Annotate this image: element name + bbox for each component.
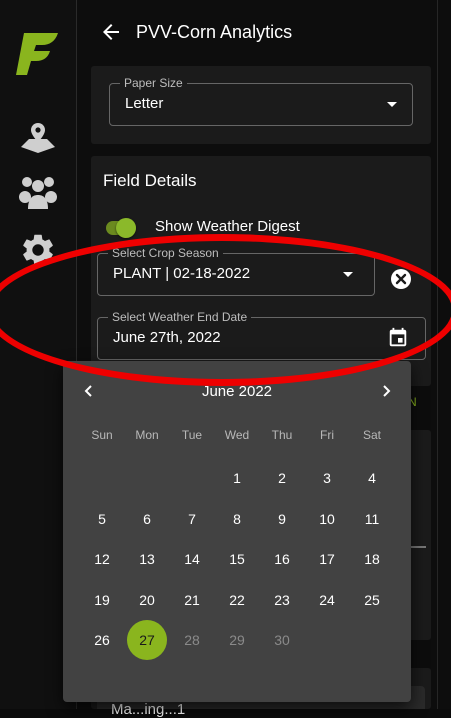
day-cell[interactable]: 13 xyxy=(127,539,167,579)
day-cell[interactable]: 25 xyxy=(352,580,392,620)
day-cell[interactable]: 21 xyxy=(172,580,212,620)
app-logo[interactable] xyxy=(14,31,62,77)
day-cell[interactable]: 4 xyxy=(352,458,392,498)
top-bar: PVV-Corn Analytics xyxy=(77,0,437,64)
weekday-label: Wed xyxy=(224,428,250,442)
day-cell[interactable]: 10 xyxy=(307,499,347,539)
scroll-edge xyxy=(437,0,438,709)
weather-digest-label: Show Weather Digest xyxy=(155,218,300,235)
day-cell[interactable]: 22 xyxy=(217,580,257,620)
weekday-label: Thu xyxy=(271,428,293,442)
paper-size-select[interactable]: Paper Size Letter xyxy=(109,76,413,126)
toggle-knob xyxy=(116,218,136,238)
crop-season-select[interactable]: Select Crop Season PLANT | 02-18-2022 xyxy=(97,246,375,296)
day-cell[interactable]: 23 xyxy=(262,580,302,620)
next-month-button[interactable] xyxy=(374,379,398,403)
gear-icon[interactable] xyxy=(17,230,59,270)
calendar-icon[interactable] xyxy=(387,327,409,349)
day-cell[interactable]: 18 xyxy=(352,539,392,579)
day-cell[interactable]: 6 xyxy=(127,499,167,539)
paper-size-label: Paper Size xyxy=(120,76,187,90)
weekday-label: Fri xyxy=(320,428,334,442)
day-cell: 28 xyxy=(184,632,200,648)
day-cell[interactable]: 9 xyxy=(262,499,302,539)
date-picker-popup: June 2022 Sun Mon Tue Wed Thu Fri Sat 12345678… xyxy=(63,361,411,702)
day-cell[interactable]: 1 xyxy=(217,458,257,498)
day-cell[interactable]: 15 xyxy=(217,539,257,579)
group-icon[interactable] xyxy=(17,172,59,212)
chevron-right-icon xyxy=(383,385,391,397)
close-icon xyxy=(395,273,407,285)
page-title: PVV-Corn Analytics xyxy=(136,22,293,42)
back-arrow-icon[interactable] xyxy=(99,20,123,44)
weekday-label: Sun xyxy=(91,428,113,442)
weekday-label: Tue xyxy=(181,428,203,442)
field-details-title: Field Details xyxy=(103,171,197,190)
day-cell[interactable]: 19 xyxy=(82,580,122,620)
day-cell[interactable]: 5 xyxy=(82,499,122,539)
weather-end-date-label: Select Weather End Date xyxy=(108,310,252,324)
lower-field-label: Ma...ing...1 xyxy=(111,701,186,718)
crop-season-label: Select Crop Season xyxy=(108,246,223,260)
weather-end-date-field[interactable]: Select Weather End Date June 27th, 2022 xyxy=(97,310,426,360)
day-cell[interactable]: 12 xyxy=(82,539,122,579)
day-cell[interactable]: 14 xyxy=(172,539,212,579)
crop-season-value: PLANT | 02-18-2022 xyxy=(113,265,251,282)
day-cell: 29 xyxy=(229,632,245,648)
paper-size-value: Letter xyxy=(125,95,164,112)
chevron-down-icon xyxy=(343,272,353,277)
day-cell[interactable]: 8 xyxy=(217,499,257,539)
day-cell[interactable]: 26 xyxy=(82,620,122,660)
day-cell[interactable]: 20 xyxy=(127,580,167,620)
selected-day-cell[interactable]: 27 xyxy=(127,620,167,660)
divider xyxy=(411,546,426,548)
day-cell: 30 xyxy=(274,632,290,648)
weather-end-date-value: June 27th, 2022 xyxy=(113,329,221,346)
day-cell[interactable]: 24 xyxy=(307,580,347,620)
location-icon[interactable] xyxy=(17,117,59,157)
month-label: June 2022 xyxy=(201,383,273,400)
weekday-label: Sat xyxy=(362,428,381,442)
day-cell[interactable]: 17 xyxy=(307,539,347,579)
day-cell[interactable]: 2 xyxy=(262,458,302,498)
paper-size-card: Paper Size Letter xyxy=(91,66,431,144)
clear-crop-season-button[interactable] xyxy=(391,269,411,289)
day-cell[interactable]: 16 xyxy=(262,539,302,579)
field-details-card: Field Details Show Weather Digest Select… xyxy=(91,156,431,386)
weekday-label: Mon xyxy=(135,428,159,442)
day-cell[interactable]: 11 xyxy=(352,499,392,539)
day-cell[interactable]: 3 xyxy=(307,458,347,498)
chevron-down-icon xyxy=(387,102,397,107)
day-cell[interactable]: 7 xyxy=(172,499,212,539)
